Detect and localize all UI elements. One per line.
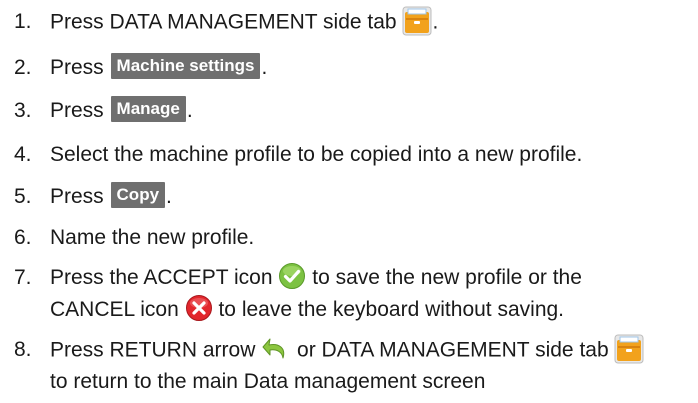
step-text: or DATA MANAGEMENT side tab [297, 338, 609, 362]
machine-settings-button: Machine settings [110, 53, 261, 80]
step-text-end: . [432, 10, 439, 34]
step-number: 1. [14, 10, 32, 33]
instruction-steps: 1. Press DATA MANAGEMENT side tab . 2. P… [0, 0, 698, 403]
step-number: 3. [14, 99, 32, 122]
step-number: 5. [14, 185, 32, 208]
step-number: 6. [14, 226, 32, 249]
cancel-x-icon [185, 294, 213, 322]
step-text: Press [50, 99, 104, 122]
step-text: Press [50, 56, 104, 79]
step-text: Select the machine profile to be copied … [50, 143, 583, 166]
data-management-tab-icon [402, 6, 432, 36]
step-text: Press the ACCEPT icon [50, 266, 273, 289]
step-number: 8. [14, 338, 32, 361]
copy-button: Copy [110, 182, 166, 209]
step-text: Name the new profile. [50, 226, 255, 249]
step-text: Press DATA MANAGEMENT side tab [50, 10, 397, 34]
step-text: to leave the keyboard without saving. [218, 298, 565, 321]
step-text-end: . [186, 99, 193, 122]
return-arrow-icon [261, 335, 291, 363]
step-text: Press [50, 185, 104, 208]
step-text: to save the new profile or the [312, 266, 582, 289]
data-management-tab-icon [614, 334, 644, 364]
accept-check-icon [278, 262, 306, 290]
step-number: 7. [14, 266, 32, 289]
manage-button: Manage [110, 96, 186, 123]
step-text: Press RETURN arrow [50, 338, 256, 362]
step-text-end: . [261, 56, 268, 79]
step-number: 2. [14, 56, 32, 79]
step-text: to return to the main Data management sc… [50, 370, 486, 393]
step-text: CANCEL icon [50, 298, 179, 321]
step-text-end: . [166, 185, 172, 208]
step-number: 4. [14, 143, 32, 166]
